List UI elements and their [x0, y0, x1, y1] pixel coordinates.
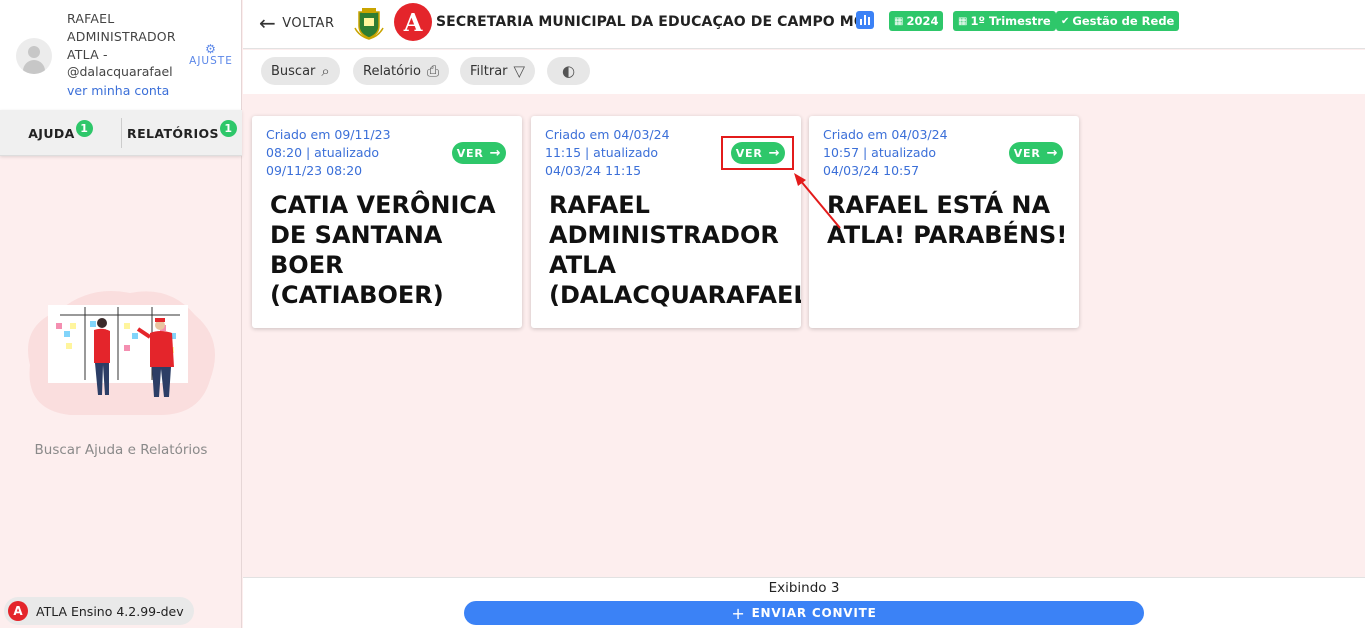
atla-logo: A — [394, 3, 432, 41]
calendar-icon: ▦ — [894, 15, 904, 27]
stats-icon[interactable] — [856, 11, 874, 29]
plus-icon: + — [731, 603, 746, 623]
user-block: RAFAEL ADMINISTRADOR ATLA - @dalacquaraf… — [0, 0, 241, 110]
municipal-crest-icon — [354, 8, 384, 40]
back-button[interactable]: ← VOLTAR — [259, 11, 335, 35]
view-account-link[interactable]: ver minha conta — [67, 83, 169, 98]
footer: Exibindo 3 + ENVIAR CONVITE — [243, 577, 1365, 628]
arrow-left-icon: ← — [259, 11, 277, 35]
sidebar-tabs: AJUDA 1 RELATÓRIOS 1 — [0, 110, 242, 156]
header: ← VOLTAR A SECRETARIA MUNICIPAL DA EDUCA… — [243, 0, 1365, 49]
term-chip-label: 1º Trimestre — [970, 14, 1051, 28]
atla-logo-icon: A — [8, 601, 28, 621]
card-meta: Criado em 04/03/24 11:15 | atualizado 04… — [545, 127, 670, 178]
tab-help[interactable]: AJUDA 1 — [0, 110, 121, 156]
adjust-label: AJUSTE — [189, 55, 233, 67]
printer-icon: ⎙ — [427, 62, 440, 80]
highlight-box — [721, 136, 794, 170]
year-chip[interactable]: ▦ 2024 — [889, 11, 944, 31]
tab-reports-label: RELATÓRIOS — [127, 125, 219, 141]
view-button[interactable]: VER → — [452, 142, 506, 164]
result-count: Exibindo 3 — [768, 580, 840, 596]
tab-reports[interactable]: RELATÓRIOS 1 — [121, 118, 242, 148]
back-label: VOLTAR — [282, 15, 335, 31]
report-button[interactable]: Relatório ⎙ — [353, 57, 450, 85]
search-icon: ⌕ — [321, 62, 330, 80]
filter-button[interactable]: Filtrar ▽ — [460, 57, 536, 85]
card-title: CATIA VERÔNICA DE SANTANA BOER (CATIABOE… — [270, 191, 496, 309]
search-button[interactable]: Buscar ⌕ — [261, 57, 340, 85]
help-illustration — [28, 291, 215, 415]
adjust-button[interactable]: ⚙ AJUSTE — [188, 43, 234, 67]
card-title: RAFAEL ADMINISTRADOR ATLA (DALACQUARAFAE… — [549, 191, 801, 309]
arrow-right-icon: → — [1046, 145, 1059, 161]
send-invite-label: ENVIAR CONVITE — [751, 606, 877, 620]
help-text: Buscar Ajuda e Relatórios — [34, 442, 208, 458]
filter-label: Filtrar — [470, 63, 508, 79]
card-title: RAFAEL ESTÁ NA ATLA! PARABÉNS! — [827, 191, 1068, 249]
arrow-right-icon: → — [489, 145, 502, 161]
report-label: Relatório — [363, 63, 421, 79]
network-chip-label: Gestão de Rede — [1072, 14, 1175, 28]
filter-icon: ▽ — [513, 62, 526, 80]
card-meta: Criado em 04/03/24 10:57 | atualizado 04… — [823, 127, 948, 178]
tab-help-label: AJUDA — [28, 125, 75, 141]
card-item[interactable]: Criado em 04/03/24 10:57 | atualizado 04… — [809, 116, 1079, 328]
view-button[interactable]: VER → — [1009, 142, 1063, 164]
tab-reports-badge: 1 — [219, 119, 237, 137]
year-chip-label: 2024 — [906, 14, 939, 28]
term-chip[interactable]: ▦ 1º Trimestre — [953, 11, 1056, 31]
view-button-label: VER — [456, 146, 484, 160]
contrast-icon: ◐ — [561, 62, 576, 80]
calendar-icon: ▦ — [958, 15, 968, 27]
search-label: Buscar — [271, 63, 316, 79]
org-title: SECRETARIA MUNICIPAL DA EDUCAÇAO DE CAMP… — [436, 14, 856, 30]
gear-icon: ⚙ — [205, 42, 217, 56]
user-handle: @dalacquarafael — [67, 64, 173, 79]
toolbar: Buscar ⌕ Relatório ⎙ Filtrar ▽ ◐ — [243, 50, 1365, 94]
check-circle-icon: ✔ — [1061, 15, 1070, 27]
avatar[interactable] — [16, 38, 52, 74]
tab-help-badge: 1 — [75, 119, 93, 137]
network-chip[interactable]: ✔ Gestão de Rede — [1056, 11, 1180, 31]
version-label: ATLA Ensino 4.2.99-dev — [36, 603, 184, 619]
sidebar: RAFAEL ADMINISTRADOR ATLA - @dalacquaraf… — [0, 0, 242, 628]
user-name: RAFAEL ADMINISTRADOR ATLA - — [67, 11, 176, 62]
send-invite-button[interactable]: + ENVIAR CONVITE — [464, 601, 1144, 625]
card-meta: Criado em 09/11/23 08:20 | atualizado 09… — [266, 127, 391, 178]
view-button-label: VER — [1013, 146, 1041, 160]
version-badge[interactable]: A ATLA Ensino 4.2.99-dev — [4, 597, 194, 625]
card-item[interactable]: Criado em 09/11/23 08:20 | atualizado 09… — [252, 116, 522, 328]
contrast-button[interactable]: ◐ — [547, 57, 590, 85]
